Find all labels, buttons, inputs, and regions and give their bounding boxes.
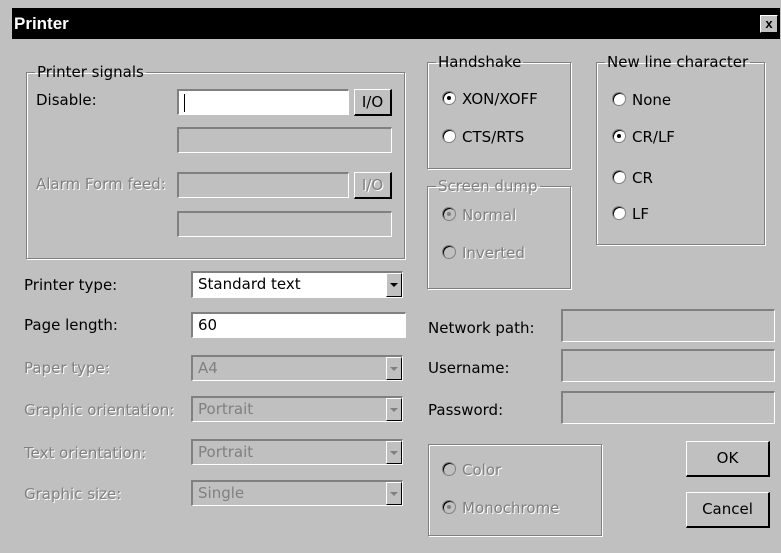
- new-line-legend: New line character: [607, 53, 749, 71]
- alarm-form-feed-label: Alarm Form feed:: [36, 175, 166, 193]
- radio-cr-lf[interactable]: CR/LF: [612, 128, 675, 146]
- graphic-orientation-label: Graphic orientation:: [24, 401, 175, 419]
- text-caret: [184, 93, 185, 112]
- disable-input[interactable]: [177, 89, 349, 115]
- cancel-button[interactable]: Cancel: [686, 492, 770, 528]
- window-title: Printer: [14, 14, 69, 33]
- radio-unselected-icon: [442, 128, 456, 143]
- username-input: [561, 349, 775, 382]
- dropdown-arrow-icon[interactable]: [386, 273, 402, 297]
- radio-lf[interactable]: LF: [612, 205, 649, 223]
- network-path-label: Network path:: [428, 319, 535, 337]
- network-path-input: [561, 309, 775, 342]
- paper-type-select: A4: [191, 355, 403, 381]
- radio-selected-icon: [442, 499, 456, 514]
- radio-inverted: Inverted: [442, 244, 525, 262]
- graphic-orientation-select: Portrait: [191, 396, 403, 422]
- printer-signals-legend: Printer signals: [37, 63, 144, 81]
- signal-field-2: [177, 127, 392, 153]
- text-orientation-label: Text orientation:: [24, 444, 147, 462]
- radio-normal: Normal: [442, 206, 516, 224]
- password-input: [561, 391, 775, 424]
- radio-selected-icon: [612, 128, 626, 143]
- dropdown-arrow-icon: [386, 482, 402, 505]
- disable-io-button[interactable]: I/O: [354, 89, 392, 116]
- dialog-body: Printer signals Disable: I/O Alarm Form …: [12, 39, 780, 553]
- screen-dump-legend: Screen dump: [438, 177, 538, 195]
- screen-dump-group: Screen dump: [427, 177, 571, 289]
- graphic-size-select: Single: [191, 480, 403, 506]
- radio-selected-icon: [442, 206, 456, 221]
- page-length-input[interactable]: 60: [191, 312, 406, 338]
- username-label: Username:: [428, 359, 510, 377]
- graphic-size-label: Graphic size:: [24, 485, 122, 503]
- dropdown-arrow-icon: [386, 398, 402, 421]
- signal-field-4: [177, 211, 392, 237]
- radio-xon-xoff[interactable]: XON/XOFF: [442, 90, 538, 108]
- close-button[interactable]: x: [760, 15, 778, 33]
- radio-unselected-icon: [612, 205, 626, 220]
- printer-type-label: Printer type:: [24, 276, 118, 294]
- radio-unselected-icon: [612, 91, 626, 106]
- close-icon: x: [765, 16, 773, 31]
- radio-cr[interactable]: CR: [612, 169, 653, 187]
- dropdown-arrow-icon: [386, 441, 402, 464]
- paper-type-label: Paper type:: [24, 359, 110, 377]
- ok-button[interactable]: OK: [686, 441, 770, 477]
- dropdown-arrow-icon: [386, 357, 402, 380]
- radio-cts-rts[interactable]: CTS/RTS: [442, 128, 524, 146]
- password-label: Password:: [428, 401, 504, 419]
- alarm-io-button: I/O: [354, 172, 392, 199]
- page-length-label: Page length:: [24, 316, 118, 334]
- radio-monochrome: Monochrome: [442, 499, 559, 517]
- radio-unselected-icon: [442, 461, 456, 476]
- handshake-group: Handshake: [427, 53, 571, 169]
- radio-unselected-icon: [442, 244, 456, 259]
- text-orientation-select: Portrait: [191, 439, 403, 465]
- printer-type-select[interactable]: Standard text: [191, 271, 403, 298]
- disable-label: Disable:: [36, 91, 97, 109]
- handshake-legend: Handshake: [438, 53, 522, 71]
- radio-unselected-icon: [612, 169, 626, 184]
- color-mode-group: [428, 444, 602, 536]
- radio-selected-icon: [442, 90, 456, 105]
- title-bar: Printer x: [12, 8, 780, 39]
- alarm-form-feed-input: [177, 172, 349, 198]
- radio-color: Color: [442, 461, 501, 479]
- radio-none[interactable]: None: [612, 91, 671, 109]
